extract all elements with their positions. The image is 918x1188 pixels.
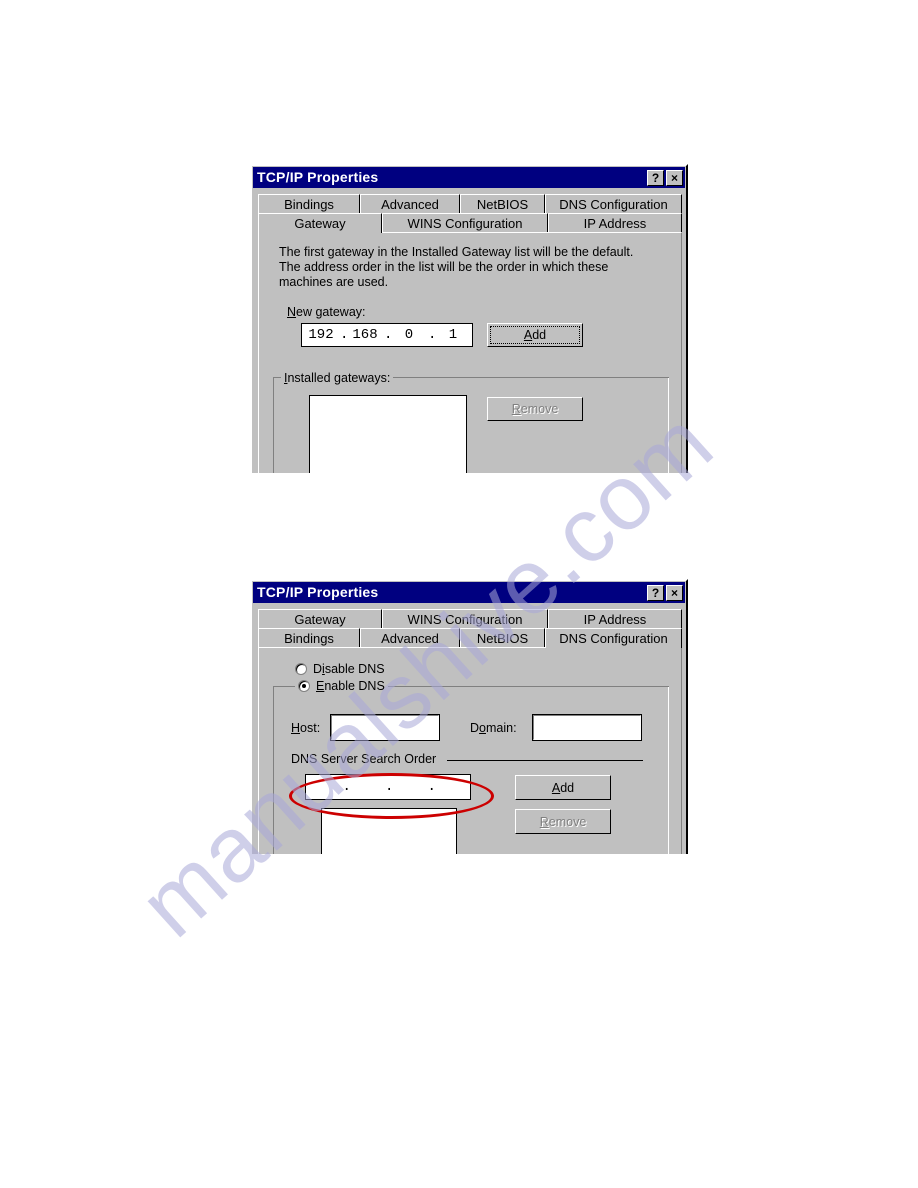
dialog-title: TCP/IP Properties (257, 584, 379, 600)
tabstrip-dns: Gateway WINS Configuration IP Address Bi… (258, 609, 682, 648)
radio-button-icon (295, 663, 307, 675)
tab-dns-configuration[interactable]: DNS Configuration (545, 194, 682, 214)
installed-gateways-listbox[interactable] (309, 395, 467, 473)
radio-button-icon (298, 680, 310, 692)
tab-ip-address[interactable]: IP Address (548, 213, 682, 233)
remove-dns-server-button[interactable]: Remove (515, 809, 611, 834)
tab-advanced[interactable]: Advanced (360, 194, 460, 214)
dialog-title: TCP/IP Properties (257, 169, 379, 185)
tab-bindings[interactable]: Bindings (258, 628, 360, 648)
new-gateway-label-rest: ew gateway: (296, 305, 366, 319)
tab-gateway[interactable]: Gateway (258, 609, 382, 629)
installed-gateways-label: Installed gateways: (281, 371, 394, 385)
titlebar-buttons: ? × (647, 584, 683, 601)
tabrow-front-dns: Bindings Advanced NetBIOS DNS Configurat… (258, 628, 682, 648)
close-icon[interactable]: × (666, 169, 683, 186)
help-icon[interactable]: ? (647, 584, 664, 601)
tab-wins-configuration[interactable]: WINS Configuration (382, 213, 548, 233)
tabrow-front-gateway: Gateway WINS Configuration IP Address (258, 213, 682, 233)
help-icon[interactable]: ? (647, 169, 664, 186)
new-gateway-label-accel: N (287, 305, 297, 319)
ip-octet-1: 192 (308, 327, 334, 343)
radio-enable-dns-label: Enable DNS (316, 679, 385, 693)
add-dns-server-button[interactable]: Add (515, 775, 611, 800)
dns-search-order-label: DNS Server Search Order (291, 752, 437, 766)
add-button-label: Add (551, 780, 575, 795)
dns-search-order-rule (447, 760, 643, 761)
ip-octet-4: 1 (448, 327, 458, 343)
radio-disable-dns[interactable]: Disable DNS (295, 662, 385, 676)
tab-gateway[interactable]: Gateway (258, 213, 382, 233)
ip-separator: . (427, 779, 436, 795)
domain-input[interactable] (532, 714, 642, 741)
titlebar-gateway[interactable]: TCP/IP Properties ? × (253, 167, 685, 188)
tabstrip-gateway: Bindings Advanced NetBIOS DNS Configurat… (258, 194, 682, 233)
gateway-description: The first gateway in the Installed Gatew… (279, 245, 634, 289)
domain-label: Domain: (470, 721, 517, 735)
remove-gateway-button[interactable]: Remove (487, 397, 583, 421)
remove-button-label: Remove (539, 814, 587, 829)
remove-button-label: Remove (511, 402, 559, 416)
titlebar-buttons: ? × (647, 169, 683, 186)
ip-octet-3: 0 (404, 327, 414, 343)
new-gateway-ip-input[interactable]: 192 . 168 . 0 . 1 (301, 323, 473, 347)
tcpip-properties-dns-dialog: TCP/IP Properties ? × Gateway WINS Confi… (250, 579, 688, 854)
tab-netbios[interactable]: NetBIOS (460, 194, 545, 214)
add-gateway-button[interactable]: Add (487, 323, 583, 347)
tabrow-back-dns: Gateway WINS Configuration IP Address (258, 609, 682, 629)
tabpage-dns: Disable DNS Enable DNS Host: Domain: DNS… (258, 647, 682, 854)
tcpip-properties-gateway-dialog: TCP/IP Properties ? × Bindings Advanced … (250, 164, 688, 473)
ip-separator: . (342, 779, 351, 795)
tab-ip-address[interactable]: IP Address (548, 609, 682, 629)
tab-advanced[interactable]: Advanced (360, 628, 460, 648)
titlebar-dns[interactable]: TCP/IP Properties ? × (253, 582, 685, 603)
new-gateway-label: New gateway: (287, 305, 366, 319)
dns-server-ip-input[interactable]: . . . (305, 774, 471, 800)
tab-dns-configuration[interactable]: DNS Configuration (545, 628, 682, 648)
add-button-label: Add (523, 328, 547, 342)
host-label: Host: (291, 721, 321, 735)
tab-bindings[interactable]: Bindings (258, 194, 360, 214)
host-input[interactable] (330, 714, 440, 741)
radio-disable-dns-label: Disable DNS (313, 662, 385, 676)
ip-octet-2: 168 (352, 327, 378, 343)
ip-separator: . (385, 779, 394, 795)
tabrow-back-gateway: Bindings Advanced NetBIOS DNS Configurat… (258, 194, 682, 214)
radio-enable-dns[interactable]: Enable DNS (295, 679, 388, 693)
dns-server-listbox[interactable] (321, 808, 457, 854)
tab-netbios[interactable]: NetBIOS (460, 628, 545, 648)
close-icon[interactable]: × (666, 584, 683, 601)
tab-wins-configuration[interactable]: WINS Configuration (382, 609, 548, 629)
tabpage-gateway: The first gateway in the Installed Gatew… (258, 232, 682, 473)
